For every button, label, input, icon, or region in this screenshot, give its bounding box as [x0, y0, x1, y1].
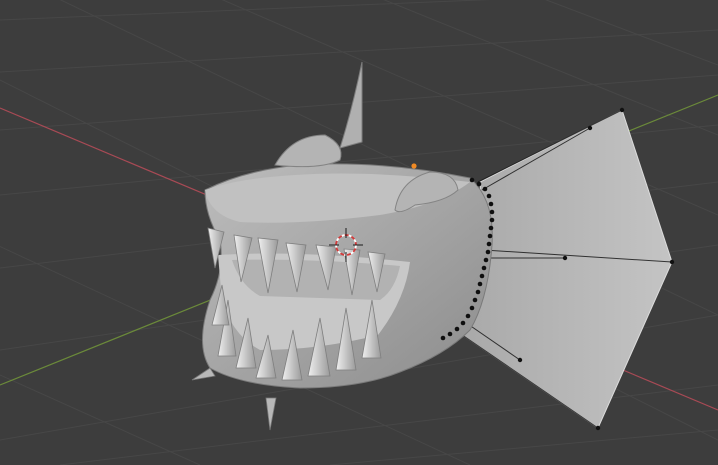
object-origin-icon: [411, 163, 417, 169]
3d-viewport[interactable]: [0, 0, 718, 465]
